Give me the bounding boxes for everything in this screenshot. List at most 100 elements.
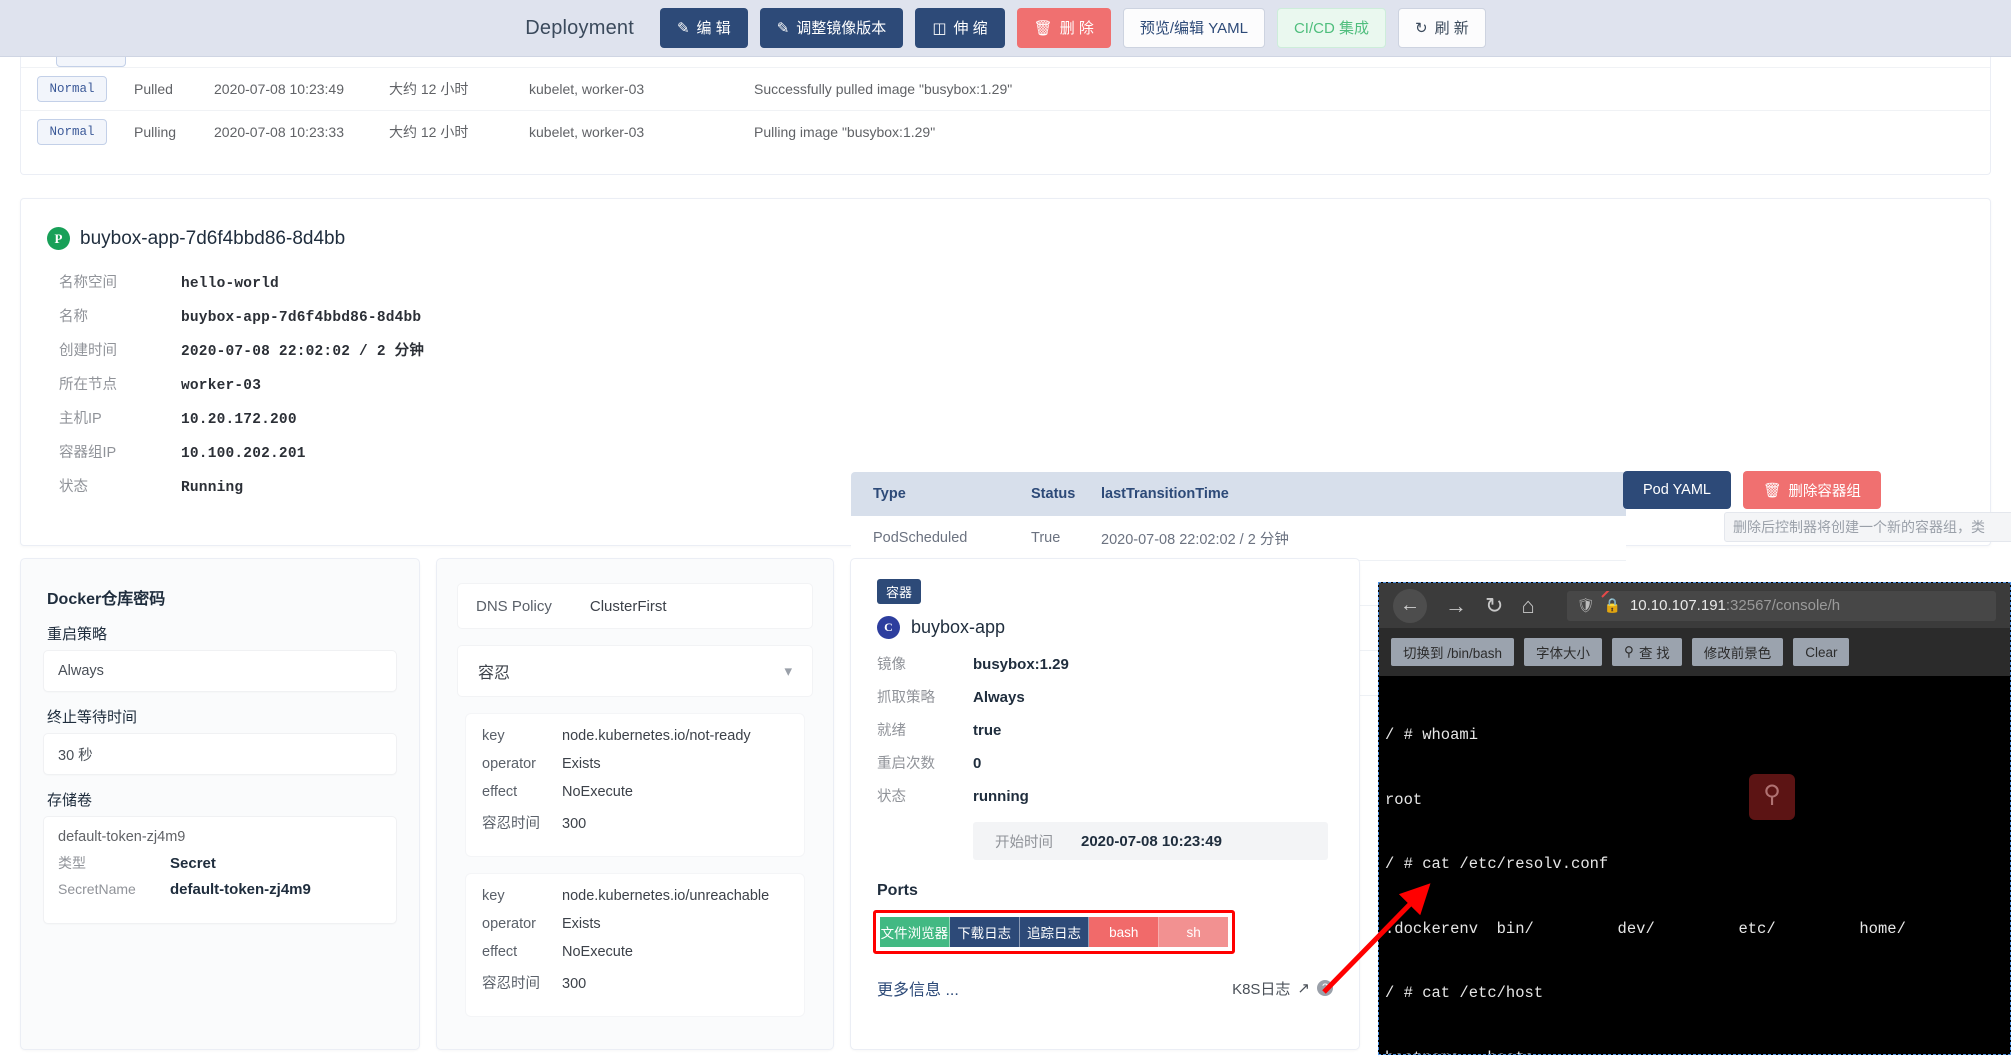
container-actions-highlight: 文件浏览器 下载日志 追踪日志 bash sh [873, 910, 1235, 954]
container-avatar: C [877, 616, 900, 639]
search-overlay-icon[interactable]: ⚲ [1749, 774, 1795, 820]
toleration-field-label: effect [482, 784, 518, 800]
termination-grace-label: 终止等待时间 [47, 709, 138, 726]
list-item: key node.kubernetes.io/unreachable [482, 888, 788, 916]
delete-pod-button[interactable]: 🗑 删除容器组 [1742, 471, 1881, 509]
cicd-integration-button[interactable]: CI/CD 集成 [1276, 8, 1386, 48]
pod-avatar: P [47, 227, 70, 250]
edit-button[interactable]: ✎ 编 辑 [659, 8, 748, 48]
file-browser-button[interactable]: 文件浏览器 [880, 917, 950, 947]
help-icon[interactable]: ? [1317, 980, 1333, 996]
top-toolbar: Deployment ✎ 编 辑 ✎ 调整镜像版本 ◫ 伸 缩 🗑 删 除 预览… [0, 0, 2011, 57]
field-label: 状态 [59, 479, 88, 495]
condition-type: PodScheduled [873, 530, 968, 546]
tolerations-accordion-header[interactable]: 容忍 ▾ [457, 645, 813, 697]
field-label: 创建时间 [59, 343, 117, 359]
list-item: effect NoExecute [482, 784, 788, 812]
container-field-label: 状态 [877, 789, 906, 805]
change-foreground-color-button[interactable]: 修改前景色 [1691, 638, 1784, 666]
column-header-type: Type [873, 486, 906, 502]
chevron-down-icon: ▾ [784, 663, 792, 680]
scale-button[interactable]: ◫ 伸 缩 [915, 8, 1005, 48]
container-header: C buybox-app [877, 616, 1359, 639]
trash-icon: 🗑 [1033, 19, 1053, 37]
list-item: SecretName default-token-zj4m9 [58, 881, 382, 909]
event-source: kubelet, worker-03 [529, 81, 645, 97]
event-type-badge-clipped [56, 57, 126, 67]
field-value: hello-world [181, 276, 279, 292]
refresh-button[interactable]: ↻ 刷 新 [1397, 8, 1486, 48]
list-item: 类型 Secret [58, 853, 382, 881]
toleration-field-value: node.kubernetes.io/not-ready [562, 728, 751, 744]
arrow-left-icon[interactable]: ← [1393, 588, 1427, 623]
list-item: 状态 Running [59, 475, 619, 509]
tolerations-label: 容忍 [478, 665, 511, 682]
table-row: PodScheduled True 2020-07-08 22:02:02 / … [851, 516, 1626, 561]
switch-to-bash-button[interactable]: 切换到 /bin/bash [1391, 638, 1515, 666]
reload-icon[interactable]: ↻ [1485, 594, 1503, 617]
edit-icon: ✎ [676, 19, 690, 37]
lock-crossed-icon: 🔒 [1603, 597, 1621, 613]
event-message: Pulling image "busybox:1.29" [754, 124, 936, 140]
adjust-image-version-button[interactable]: ✎ 调整镜像版本 [759, 8, 904, 48]
font-size-button[interactable]: 字体大小 [1524, 638, 1603, 666]
k8s-log-link[interactable]: K8S日志 ↗ ? [1232, 978, 1333, 999]
edit-button-label: 编 辑 [696, 19, 731, 37]
field-label: 名称空间 [59, 275, 117, 291]
terminal-line: root [1385, 790, 1423, 809]
container-field-value: busybox:1.29 [973, 656, 1069, 673]
pod-detail-page: Deployment ✎ 编 辑 ✎ 调整镜像版本 ◫ 伸 缩 🗑 删 除 预览… [0, 0, 2011, 1055]
download-logs-button[interactable]: 下载日志 [949, 917, 1020, 947]
termination-grace-value[interactable]: 30 秒 [43, 733, 397, 775]
toleration-field-value: Exists [562, 916, 601, 932]
refresh-icon: ↻ [1414, 19, 1428, 37]
shield-icon: 🛡 [1576, 597, 1595, 613]
cicd-integration-label: CI/CD 集成 [1293, 19, 1369, 37]
url-bar[interactable]: 🛡 🔒 10.10.107.191:32567/console/h [1566, 590, 1996, 621]
list-item: 镜像 busybox:1.29 [877, 653, 1359, 686]
list-item: 创建时间 2020-07-08 22:02:02 / 2 分钟 [59, 339, 619, 373]
clear-button[interactable]: Clear [1793, 638, 1850, 666]
container-field-list: 镜像 busybox:1.29 抓取策略 Always 就绪 true 重启次数… [877, 653, 1359, 860]
delete-pod-hint: 删除后控制器将创建一个新的容器组，类 [1724, 512, 2011, 542]
search-button[interactable]: ⚲ 查 找 [1612, 638, 1682, 666]
pod-summary-card: P buybox-app-7d6f4bbd86-8d4bb 名称空间 hello… [20, 198, 2011, 696]
sh-terminal-button[interactable]: sh [1159, 917, 1228, 947]
container-field-value: true [973, 722, 1002, 739]
list-item: operator Exists [482, 756, 788, 784]
toleration-field-label: key [482, 728, 505, 744]
ports-label: Ports [877, 882, 918, 899]
delete-button[interactable]: 🗑 删 除 [1016, 8, 1111, 48]
terminal-line: .dockerenv bin/ dev/ etc/ home/ [1385, 919, 1906, 938]
external-link-icon: ↗ [1297, 980, 1310, 997]
volumes-label: 存储卷 [47, 792, 93, 809]
adjust-image-version-label: 调整镜像版本 [796, 19, 887, 37]
terminal-line: / # whoami [1385, 726, 1479, 744]
toleration-field-label: 容忍时间 [482, 976, 540, 992]
more-info-link[interactable]: 更多信息 ... [877, 976, 959, 1000]
field-value: 2020-07-08 22:02:02 / 2 分钟 [181, 344, 425, 360]
terminal-line: / # cat /etc/resolv.conf [1385, 855, 1609, 873]
volume-item: default-token-zj4m9 类型 Secret SecretName… [43, 816, 397, 924]
toleration-item: key node.kubernetes.io/not-ready operato… [465, 713, 805, 857]
search-icon: ⚲ [1624, 644, 1634, 659]
arrow-right-icon[interactable]: → [1445, 594, 1467, 617]
table-row[interactable]: Normal Pulled 2020-07-08 10:23:49 大约 12 … [21, 67, 1990, 110]
dns-policy-label: DNS Policy [476, 597, 552, 615]
toleration-field-value: 300 [562, 976, 587, 992]
follow-logs-button[interactable]: 追踪日志 [1019, 917, 1090, 947]
preview-edit-yaml-button[interactable]: 预览/编辑 YAML [1122, 8, 1265, 48]
restart-policy-label: 重启策略 [47, 626, 108, 643]
pod-yaml-button[interactable]: Pod YAML [1623, 471, 1731, 509]
table-row[interactable]: Normal Pulling 2020-07-08 10:23:33 大约 12… [21, 110, 1990, 153]
page-title: Deployment [525, 16, 634, 39]
bash-terminal-button[interactable]: bash [1089, 917, 1160, 947]
terminal-output[interactable]: / # whoami root / # cat /etc/resolv.conf… [1379, 676, 2010, 1054]
condition-time: 2020-07-08 22:02:02 / 2 分钟 [1101, 531, 1289, 548]
home-icon[interactable]: ⌂ [1521, 594, 1534, 617]
event-reason: Pulled [134, 81, 173, 97]
event-time: 2020-07-08 10:23:49 [214, 81, 344, 97]
terminal-toolbar: 切换到 /bin/bash 字体大小 ⚲ 查 找 修改前景色 Clear [1379, 628, 2010, 676]
restart-policy-value[interactable]: Always [43, 650, 397, 692]
toleration-field-label: operator [482, 916, 537, 932]
